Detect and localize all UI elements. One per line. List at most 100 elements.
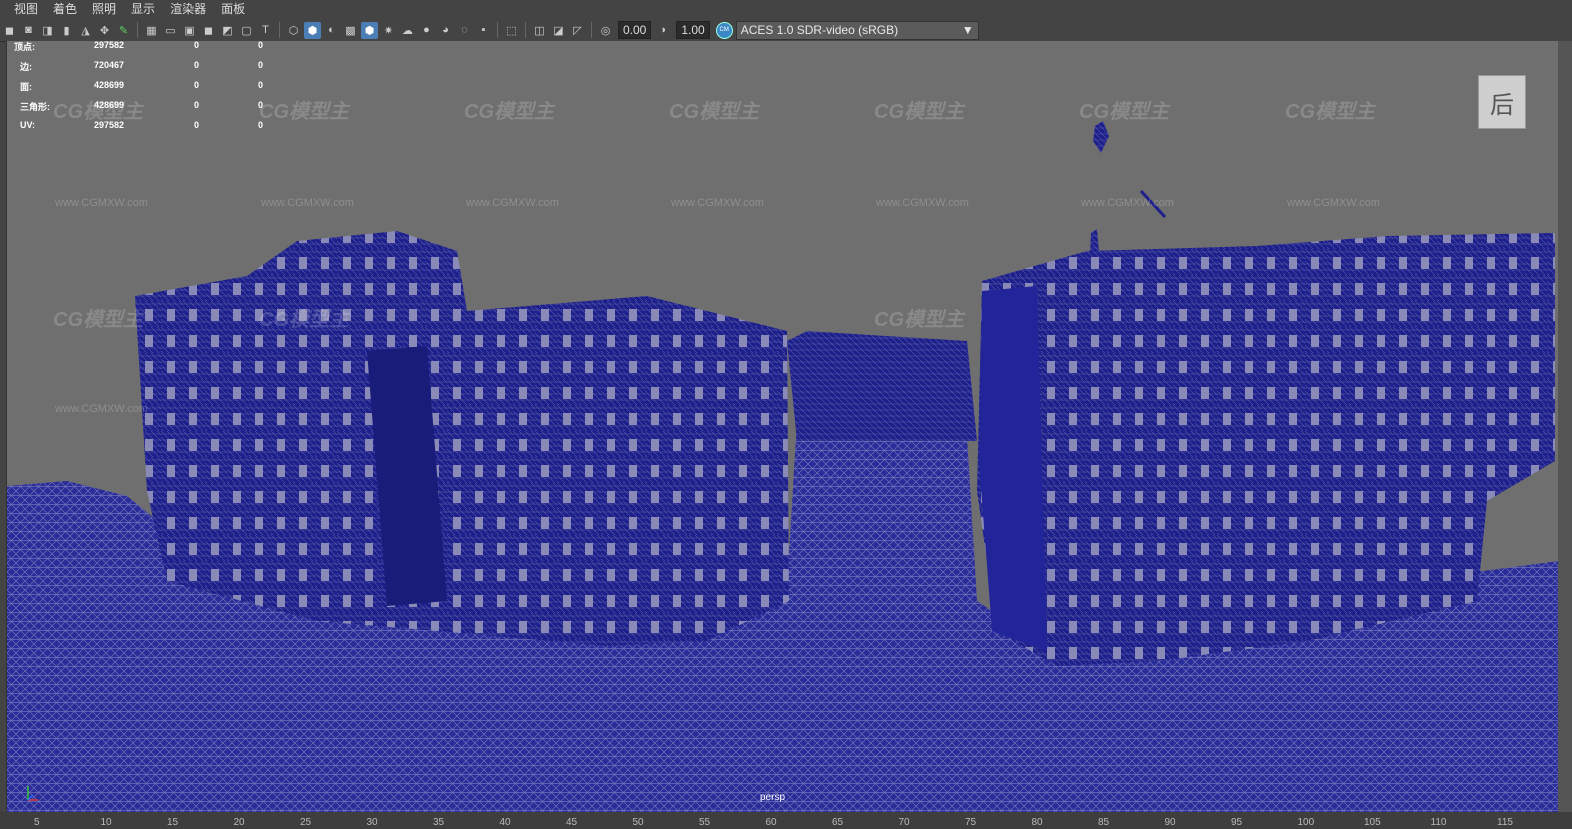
building-right <box>977 233 1555 666</box>
hud-component: 0 <box>258 80 264 90</box>
ruler-tick-label: 115 <box>1497 817 1513 828</box>
ruler-tick-label: 30 <box>366 817 378 828</box>
watermark-logo: CG模型主 <box>53 309 143 331</box>
exposure-field[interactable]: 0.00 <box>618 21 652 39</box>
hud-label: 面: <box>20 82 32 92</box>
ruler-tick-label: 75 <box>965 817 977 828</box>
ruler-tick-label: 80 <box>1031 817 1043 828</box>
watermark-logo: CG模型主 <box>464 101 554 123</box>
safe-title-icon[interactable]: T <box>257 22 274 39</box>
ruler-tick-label: 100 <box>1297 817 1315 828</box>
textured-icon[interactable]: ▩ <box>342 22 359 39</box>
exposure-icon[interactable]: ◎ <box>597 22 614 39</box>
ruler-tick-label: 65 <box>832 817 844 828</box>
image-plane-icon[interactable]: ◮ <box>77 22 94 39</box>
field-chart-icon[interactable]: ◩ <box>219 22 236 39</box>
watermark-logo: CG模型主 <box>874 309 964 331</box>
hud-selected: 0 <box>194 100 200 110</box>
perspective-viewport[interactable]: CG模型主 CG模型主 CG模型主 CG模型主 CG模型主 CG模型主 CG模型… <box>6 41 1559 812</box>
gamma-icon[interactable]: ◗ <box>655 22 672 39</box>
camera-attributes-icon[interactable]: ◙ <box>20 22 37 39</box>
color-management-icon[interactable]: CM <box>715 21 733 39</box>
ruler-tick-label: 40 <box>499 817 511 828</box>
film-gate-icon[interactable]: ▭ <box>162 22 179 39</box>
building-left <box>135 231 789 646</box>
motion-blur-icon[interactable]: ◕ <box>437 22 454 39</box>
isolate-select-icon[interactable]: ⬚ <box>503 22 520 39</box>
anti-aliasing-icon[interactable]: ◌ <box>456 22 473 39</box>
hud-selected: 0 <box>194 80 200 90</box>
default-material-icon[interactable]: ◐ <box>323 22 340 39</box>
wireframe-scene <box>7 121 1559 812</box>
building-right-shade <box>979 286 1047 651</box>
menu-grip[interactable] <box>0 0 8 19</box>
watermark-url: www.CGMXW.com <box>1081 197 1174 209</box>
hud-component: 0 <box>258 40 264 50</box>
hud-selected: 0 <box>194 120 200 130</box>
ruler-tick-label: 35 <box>433 817 445 828</box>
grease-pencil-icon[interactable]: ✎ <box>115 22 132 39</box>
camera-select-icon[interactable]: ◼ <box>1 22 18 39</box>
depth-of-field-icon[interactable]: ▪ <box>475 22 492 39</box>
bookmark-icon[interactable]: ◨ <box>39 22 56 39</box>
menu-show[interactable]: 显示 <box>125 0 164 19</box>
axis-gizmo-icon <box>27 786 38 801</box>
hud-label: UV: <box>20 120 36 130</box>
time-slider-ruler[interactable]: 5 10 15 20 25 30 35 40 45 50 55 60 65 70 75 80 85 90 95 100… <box>0 812 1572 829</box>
watermark-url: www.CGMXW.com <box>1287 197 1380 209</box>
hud-total: 297582 <box>94 120 125 130</box>
smooth-shade-icon[interactable]: ⬢ <box>304 21 321 39</box>
menu-lighting[interactable]: 照明 <box>86 0 125 19</box>
ruler-tick-label: 55 <box>699 817 711 828</box>
watermark-url: www.CGMXW.com <box>671 197 764 209</box>
use-lights-icon[interactable]: ✷ <box>380 22 397 39</box>
hud-row-vertices: 顶点: 297582 0 0 <box>14 40 314 60</box>
hud-label: 顶点: <box>14 42 35 52</box>
menu-panels[interactable]: 面板 <box>215 0 254 19</box>
safe-action-icon[interactable]: ▢ <box>238 22 255 39</box>
hud-row-faces: 面: 428699 0 0 <box>14 80 314 100</box>
ruler-tick-label: 25 <box>300 817 312 828</box>
hud-total: 428699 <box>94 100 125 110</box>
camera-label: persp <box>760 792 786 803</box>
toolbar-separator <box>591 22 592 38</box>
hud-row-uvs: UV: 297582 0 0 <box>14 120 314 140</box>
hud-label: 三角形: <box>20 102 50 112</box>
hud-row-triangles: 三角形: 428699 0 0 <box>14 100 314 120</box>
gamma-field[interactable]: 1.00 <box>676 21 710 39</box>
resolution-gate-icon[interactable]: ▣ <box>181 22 198 39</box>
ruler-tick-label: 70 <box>898 817 910 828</box>
screen-space-ao-icon[interactable]: ● <box>418 22 435 39</box>
hud-total: 720467 <box>94 60 125 70</box>
viewcube[interactable]: 后 <box>1478 75 1526 129</box>
menu-bar: 视图 着色 照明 显示 渲染器 面板 <box>0 0 1572 19</box>
hud-component: 0 <box>258 120 264 130</box>
shadows-icon[interactable]: ☁ <box>399 22 416 39</box>
hud-component: 0 <box>258 100 264 110</box>
grid-icon[interactable]: ▦ <box>143 22 160 39</box>
background-terrain <box>787 331 977 441</box>
xray-joints-icon[interactable]: ◪ <box>550 22 567 39</box>
menu-shading[interactable]: 着色 <box>47 0 86 19</box>
ruler-tick-label: 85 <box>1098 817 1110 828</box>
2d-pan-zoom-icon[interactable]: ✥ <box>96 22 113 39</box>
gate-mask-icon[interactable]: ◼ <box>200 22 217 39</box>
hud-selected: 0 <box>194 40 200 50</box>
wireframe-on-shaded-icon[interactable]: ⬢ <box>361 21 378 39</box>
ruler-tick-label: 20 <box>233 817 245 828</box>
ruler-tick-label: 90 <box>1164 817 1176 828</box>
wireframe-icon[interactable]: ⬡ <box>285 22 302 39</box>
watermark-logo: CG模型主 <box>259 309 349 331</box>
toolbar-separator <box>525 22 526 38</box>
watermark-logo: CG模型主 <box>669 101 759 123</box>
menu-view[interactable]: 视图 <box>8 0 47 19</box>
bookmark-flag-icon[interactable]: ▮ <box>58 22 75 39</box>
backface-culling-icon[interactable]: ◸ <box>569 22 586 39</box>
floating-fragment <box>1090 229 1099 253</box>
color-space-select[interactable]: ACES 1.0 SDR-video (sRGB) ▼ <box>735 20 979 40</box>
xray-icon[interactable]: ◫ <box>531 22 548 39</box>
menu-renderer[interactable]: 渲染器 <box>164 0 215 19</box>
ruler-tick-label: 110 <box>1430 817 1447 828</box>
watermark-logo: CG模型主 <box>1285 101 1375 123</box>
watermark-url: www.CGMXW.com <box>261 197 354 209</box>
